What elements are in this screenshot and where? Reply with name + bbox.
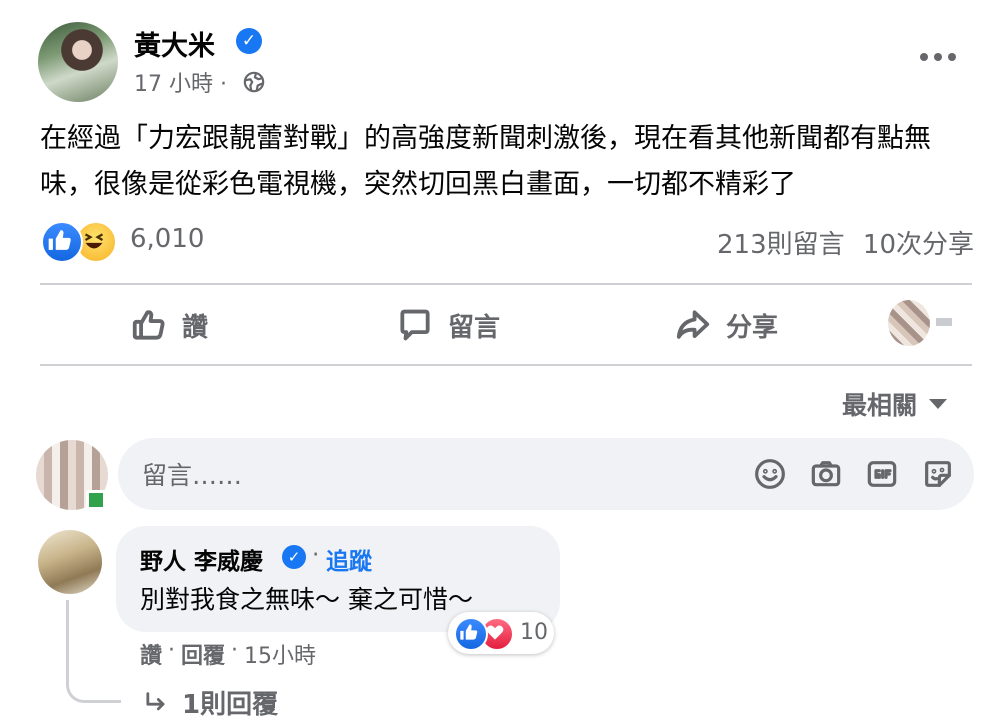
reaction-icons[interactable] [41,221,121,263]
share-button[interactable]: 分享 [674,303,778,347]
like-label: 讚 [182,312,209,343]
online-status-icon [86,490,106,510]
comment-author-name[interactable]: 野人 李威慶 [140,542,263,576]
divider [40,283,972,285]
sort-label: 最相關 [842,391,918,420]
post-author-name[interactable]: 黃大米 [134,24,215,63]
share-label: 分享 [726,312,779,343]
post-meta: 17 小時 · [134,66,227,98]
comment-reactions[interactable]: 10 [448,612,554,654]
like-reaction-icon [454,617,488,651]
divider [40,364,972,366]
replies-label: 1則回覆 [182,690,279,720]
comment-reply-link[interactable]: 回覆 [181,638,225,670]
action-separator: · [231,638,239,663]
comment-text: 別對我食之無味～ 棄之可惜～ [140,585,473,614]
comment-input[interactable] [140,454,704,496]
view-replies-button[interactable]: 1則回覆 [142,684,278,721]
follow-button[interactable]: 追蹤 [326,542,372,576]
comment-button[interactable]: 留言 [396,303,500,347]
comments-count[interactable]: 213則留言 [717,230,845,260]
share-as-avatar[interactable] [888,300,930,346]
thumbs-up-icon [132,310,165,340]
post-stats: 213則留言 10次分享 [717,224,974,261]
comment-reaction-count: 10 [520,620,548,645]
post-text: 在經過「力宏跟靚蕾對戰」的高強度新聞刺激後，現在看其他新聞都有點無味，很像是從彩… [40,123,931,200]
emoji-icon[interactable] [754,458,786,490]
verified-badge-icon: ✓ [236,28,262,54]
comment-like-link[interactable]: 讚 [140,638,162,670]
commenter-avatar[interactable] [38,530,102,594]
comment-time[interactable]: 15小時 [244,638,316,670]
sticker-icon[interactable] [922,458,954,490]
thread-line [66,600,121,703]
comment-sort-dropdown[interactable]: 最相關 [842,386,948,422]
comment-label: 留言 [448,312,501,343]
author-avatar[interactable] [38,22,118,102]
post-time[interactable]: 17 小時 [134,72,213,97]
meta-separator: · [220,72,227,97]
like-reaction-icon [41,221,83,263]
verified-badge-icon: ✓ [282,545,306,569]
share-as-caret-icon[interactable] [936,318,952,326]
like-button[interactable]: 讚 [130,303,208,347]
globe-icon [243,71,265,93]
action-separator: · [168,638,176,663]
speech-bubble-icon [400,309,430,341]
comment-actions: 讚 · 回覆 · 15小時 [140,638,316,670]
gif-icon[interactable] [866,458,898,490]
share-arrow-icon [676,310,710,339]
reply-arrow-icon [146,691,165,710]
more-options-icon[interactable] [920,50,956,64]
comment-composer[interactable] [118,438,974,510]
reaction-count[interactable]: 6,010 [130,224,204,254]
comment-separator: · [312,542,320,568]
chevron-down-icon [929,399,948,409]
shares-count[interactable]: 10次分享 [863,230,974,260]
camera-icon[interactable] [810,458,842,490]
